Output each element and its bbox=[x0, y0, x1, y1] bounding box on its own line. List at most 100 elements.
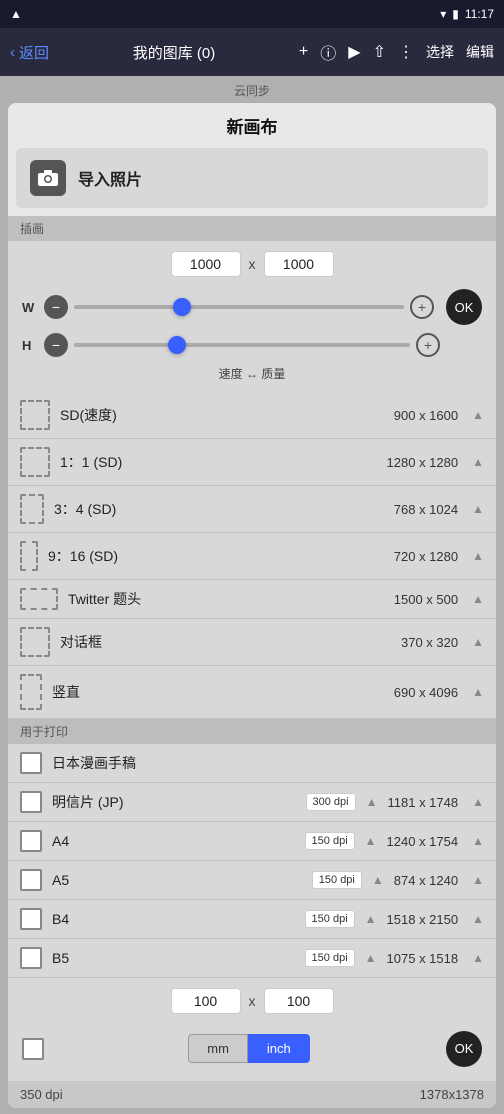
preset-arrow-1-1: ▲ bbox=[472, 455, 484, 469]
preset-arrow-twitter: ▲ bbox=[472, 592, 484, 606]
bottom-width-input[interactable]: 100 bbox=[171, 988, 241, 1014]
info-icon[interactable]: ⓘ bbox=[320, 40, 336, 64]
select-button[interactable]: 选择 bbox=[426, 42, 454, 62]
postcard-dpi-arrow[interactable]: ▲ bbox=[366, 795, 378, 809]
a4-dpi: 150 dpi bbox=[305, 832, 355, 850]
play-icon[interactable]: ▶ bbox=[348, 42, 360, 62]
print-item-b4[interactable]: B4 150 dpi ▲ 1518 x 2150 ▲ bbox=[8, 900, 496, 939]
a4-arrow: ▲ bbox=[472, 834, 484, 848]
height-input[interactable]: 1000 bbox=[264, 251, 334, 277]
preset-icon-sd bbox=[20, 400, 50, 430]
preset-size-twitter: 1500 x 500 bbox=[394, 592, 458, 607]
a4-name: A4 bbox=[52, 833, 295, 849]
width-label: W bbox=[22, 300, 38, 315]
presets-section: SD(速度) 900 x 1600 ▲ 1：1 (SD) 1280 x 1280… bbox=[8, 392, 496, 719]
share-icon[interactable]: ⇧ bbox=[373, 42, 386, 62]
print-item-manga[interactable]: 日本漫画手稿 bbox=[8, 744, 496, 783]
bottom-dpi-row: 350 dpi 1378x1378 bbox=[8, 1081, 496, 1108]
preset-size-dialog: 370 x 320 bbox=[401, 635, 458, 650]
time-label: 11:17 bbox=[465, 7, 494, 21]
size-separator: x bbox=[249, 256, 256, 272]
preset-name-3-4: 3：4 (SD) bbox=[54, 499, 384, 519]
height-decrease-button[interactable]: − bbox=[44, 333, 68, 357]
preset-arrow-3-4: ▲ bbox=[472, 502, 484, 516]
b4-size: 1518 x 2150 bbox=[387, 912, 459, 927]
preset-1-1-sd[interactable]: 1：1 (SD) 1280 x 1280 ▲ bbox=[8, 439, 496, 486]
import-section[interactable]: 导入照片 bbox=[16, 148, 488, 208]
preset-vertical[interactable]: 竖直 690 x 4096 ▲ bbox=[8, 666, 496, 719]
b5-checkbox[interactable] bbox=[20, 947, 42, 969]
status-bar: ▲ ▾ ▮ 11:17 bbox=[0, 0, 504, 28]
bottom-row: mm inch OK bbox=[22, 1026, 482, 1071]
bottom-ok-button[interactable]: OK bbox=[446, 1031, 482, 1067]
add-icon[interactable]: + bbox=[299, 43, 308, 61]
b5-dpi-arrow[interactable]: ▲ bbox=[365, 951, 377, 965]
back-button[interactable]: ‹ 返回 bbox=[10, 42, 49, 63]
b5-size: 1075 x 1518 bbox=[387, 951, 459, 966]
canvas-section-header: 插画 bbox=[8, 216, 496, 241]
height-slider[interactable] bbox=[74, 343, 410, 347]
postcard-arrow: ▲ bbox=[472, 795, 484, 809]
ok-button[interactable]: OK bbox=[446, 289, 482, 325]
b4-dpi-arrow[interactable]: ▲ bbox=[365, 912, 377, 926]
preset-icon-dialog bbox=[20, 627, 50, 657]
canvas-controls: 1000 x 1000 W − + OK H − + bbox=[8, 241, 496, 392]
height-slider-row: H − + bbox=[22, 333, 482, 357]
width-slider-thumb[interactable] bbox=[173, 298, 191, 316]
b4-checkbox[interactable] bbox=[20, 908, 42, 930]
print-item-b5[interactable]: B5 150 dpi ▲ 1075 x 1518 ▲ bbox=[8, 939, 496, 978]
preset-size-1-1: 1280 x 1280 bbox=[387, 455, 459, 470]
status-left: ▲ bbox=[10, 7, 22, 21]
width-increase-button[interactable]: + bbox=[410, 295, 434, 319]
bottom-size-display: 100 x 100 bbox=[22, 988, 482, 1014]
print-item-a5[interactable]: A5 150 dpi ▲ 874 x 1240 ▲ bbox=[8, 861, 496, 900]
width-slider[interactable] bbox=[74, 305, 404, 309]
dialog-title: 新画布 bbox=[8, 103, 496, 148]
a5-arrow: ▲ bbox=[472, 873, 484, 887]
postcard-dpi-row: 300 dpi ▲ bbox=[306, 793, 378, 811]
height-increase-button[interactable]: + bbox=[416, 333, 440, 357]
preset-name-dialog: 对话框 bbox=[60, 632, 391, 652]
preset-icon-1-1 bbox=[20, 447, 50, 477]
preset-size-9-16: 720 x 1280 bbox=[394, 549, 458, 564]
preset-dialog[interactable]: 对话框 370 x 320 ▲ bbox=[8, 619, 496, 666]
bottom-checkbox-input[interactable] bbox=[22, 1038, 44, 1060]
back-chevron-icon: ‹ bbox=[10, 44, 15, 61]
b5-arrow: ▲ bbox=[472, 951, 484, 965]
cloud-sync-label: 云同步 bbox=[8, 82, 496, 99]
print-item-a4[interactable]: A4 150 dpi ▲ 1240 x 1754 ▲ bbox=[8, 822, 496, 861]
bottom-height-input[interactable]: 100 bbox=[264, 988, 334, 1014]
preset-arrow-sd: ▲ bbox=[472, 408, 484, 422]
preset-twitter[interactable]: Twitter 题头 1500 x 500 ▲ bbox=[8, 580, 496, 619]
preset-name-twitter: Twitter 题头 bbox=[68, 589, 384, 609]
a4-dpi-arrow[interactable]: ▲ bbox=[365, 834, 377, 848]
print-section-header: 用于打印 bbox=[8, 719, 496, 744]
more-icon[interactable]: ⋮ bbox=[398, 42, 414, 62]
preset-9-16-sd[interactable]: 9：16 (SD) 720 x 1280 ▲ bbox=[8, 533, 496, 580]
main-content: 云同步 新画布 导入照片 插画 1000 x 1000 bbox=[0, 76, 504, 1114]
preset-icon-3-4 bbox=[20, 494, 44, 524]
a5-dpi-arrow[interactable]: ▲ bbox=[372, 873, 384, 887]
width-decrease-button[interactable]: − bbox=[44, 295, 68, 319]
status-right: ▾ ▮ 11:17 bbox=[440, 7, 494, 21]
height-slider-thumb[interactable] bbox=[168, 336, 186, 354]
unit-inch-button[interactable]: inch bbox=[248, 1034, 310, 1063]
b5-name: B5 bbox=[52, 950, 295, 966]
preset-name-sd: SD(速度) bbox=[60, 405, 384, 425]
speed-quality-label: 速度 ↔ 质量 bbox=[22, 365, 482, 382]
preset-arrow-9-16: ▲ bbox=[472, 549, 484, 563]
a5-checkbox[interactable] bbox=[20, 869, 42, 891]
preset-name-1-1: 1：1 (SD) bbox=[60, 452, 377, 472]
unit-mm-button[interactable]: mm bbox=[188, 1034, 248, 1063]
width-input[interactable]: 1000 bbox=[171, 251, 241, 277]
print-item-postcard[interactable]: 明信片 (JP) 300 dpi ▲ 1181 x 1748 ▲ bbox=[8, 783, 496, 822]
preset-sd[interactable]: SD(速度) 900 x 1600 ▲ bbox=[8, 392, 496, 439]
preset-3-4-sd[interactable]: 3：4 (SD) 768 x 1024 ▲ bbox=[8, 486, 496, 533]
print-items-section: 日本漫画手稿 明信片 (JP) 300 dpi ▲ 1181 x 1748 ▲ … bbox=[8, 744, 496, 978]
edit-button[interactable]: 编辑 bbox=[466, 42, 494, 62]
manga-checkbox[interactable] bbox=[20, 752, 42, 774]
a4-checkbox[interactable] bbox=[20, 830, 42, 852]
top-nav: ‹ 返回 我的图库 (0) + ⓘ ▶ ⇧ ⋮ 选择 编辑 bbox=[0, 28, 504, 76]
preset-icon-vertical bbox=[20, 674, 42, 710]
postcard-checkbox[interactable] bbox=[20, 791, 42, 813]
